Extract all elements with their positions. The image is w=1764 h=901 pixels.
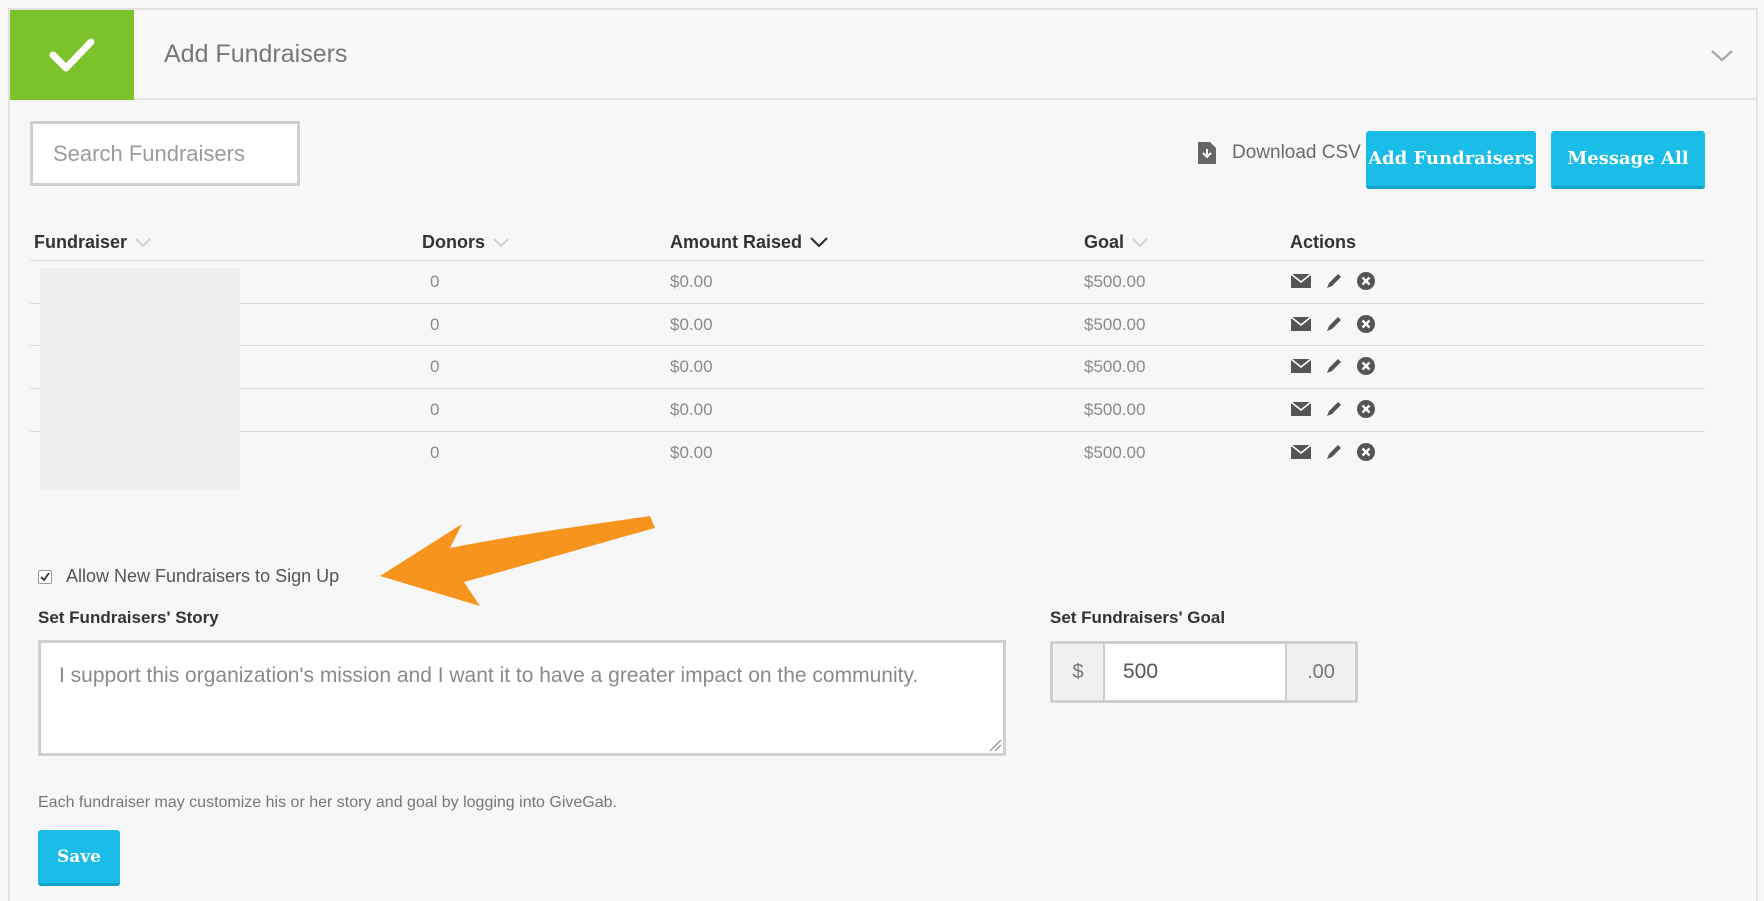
column-header-amount-raised[interactable]: Amount Raised: [670, 232, 828, 253]
sort-chevron-icon: [493, 237, 509, 247]
edit-pencil-icon[interactable]: [1324, 314, 1344, 334]
customize-note: Each fundraiser may customize his or her…: [38, 794, 617, 811]
goal-cell: $500.00: [1084, 443, 1146, 462]
annotation-arrow-icon: [380, 516, 655, 606]
download-csv-label: Download CSV: [1232, 142, 1361, 163]
donors-cell: 0: [430, 400, 440, 419]
story-textarea[interactable]: I support this organization's mission an…: [38, 640, 1006, 756]
goal-cell: $500.00: [1084, 357, 1146, 376]
message-icon[interactable]: [1290, 273, 1312, 289]
row-actions: [1290, 356, 1376, 376]
edit-pencil-icon[interactable]: [1324, 442, 1344, 462]
goal-currency-prefix: $: [1053, 644, 1105, 700]
story-label: Set Fundraisers' Story: [38, 608, 219, 627]
allow-signup-checkbox[interactable]: [38, 569, 52, 584]
table-divider: [30, 303, 1705, 304]
remove-circle-icon[interactable]: [1356, 399, 1376, 419]
completed-status: [10, 10, 134, 100]
redacted-fundraiser-names: [40, 268, 240, 490]
resize-grip-icon[interactable]: [988, 738, 1002, 752]
donors-cell: 0: [430, 357, 440, 376]
goal-label: Set Fundraisers' Goal: [1050, 608, 1226, 627]
checkmark-icon: [49, 38, 95, 72]
table-divider: [30, 431, 1705, 432]
message-icon[interactable]: [1290, 401, 1312, 417]
remove-circle-icon[interactable]: [1356, 271, 1376, 291]
column-header-actions: Actions: [1290, 232, 1357, 252]
sort-chevron-icon: [1132, 237, 1148, 247]
remove-circle-icon[interactable]: [1356, 314, 1376, 334]
column-header-donors[interactable]: Donors: [422, 232, 509, 253]
search-input[interactable]: [30, 121, 300, 186]
table-divider: [30, 260, 1705, 261]
message-all-button[interactable]: Message All: [1551, 131, 1705, 189]
goal-cell: $500.00: [1084, 400, 1146, 419]
add-fundraisers-button[interactable]: Add Fundraisers: [1366, 131, 1536, 189]
goal-cents-suffix: .00: [1285, 644, 1355, 700]
row-actions: [1290, 271, 1376, 291]
donors-cell: 0: [430, 272, 440, 291]
goal-cell: $500.00: [1084, 315, 1146, 334]
amount-raised-cell: $0.00: [670, 357, 713, 376]
chevron-down-icon[interactable]: [1708, 42, 1736, 70]
row-actions: [1290, 399, 1376, 419]
save-button[interactable]: Save: [38, 830, 120, 886]
row-actions: [1290, 442, 1376, 462]
edit-pencil-icon[interactable]: [1324, 271, 1344, 291]
amount-raised-cell: $0.00: [670, 315, 713, 334]
amount-raised-cell: $0.00: [670, 272, 713, 291]
allow-signup-label: Allow New Fundraisers to Sign Up: [66, 566, 340, 586]
goal-amount-input[interactable]: [1105, 644, 1285, 700]
checkmark-icon: [40, 571, 50, 581]
goal-cell: $500.00: [1084, 272, 1146, 291]
edit-pencil-icon[interactable]: [1324, 356, 1344, 376]
table-divider: [30, 345, 1705, 346]
download-file-icon: [1198, 142, 1216, 164]
remove-circle-icon[interactable]: [1356, 356, 1376, 376]
message-icon[interactable]: [1290, 444, 1312, 460]
column-header-goal[interactable]: Goal: [1084, 232, 1148, 253]
sort-chevron-icon: [135, 237, 151, 247]
goal-input-group: $ .00: [1050, 641, 1358, 703]
table-divider: [30, 388, 1705, 389]
column-header-fundraiser[interactable]: Fundraiser: [34, 232, 151, 253]
donors-cell: 0: [430, 315, 440, 334]
edit-pencil-icon[interactable]: [1324, 399, 1344, 419]
message-icon[interactable]: [1290, 316, 1312, 332]
fundraisers-panel: Add Fundraisers Download CSV Add Fundrai…: [8, 8, 1758, 901]
sort-chevron-icon: [810, 237, 828, 248]
row-actions: [1290, 314, 1376, 334]
remove-circle-icon[interactable]: [1356, 442, 1376, 462]
message-icon[interactable]: [1290, 358, 1312, 374]
amount-raised-cell: $0.00: [670, 400, 713, 419]
donors-cell: 0: [430, 443, 440, 462]
panel-title: Add Fundraisers: [164, 40, 348, 68]
panel-header[interactable]: Add Fundraisers: [10, 10, 1756, 100]
amount-raised-cell: $0.00: [670, 443, 713, 462]
download-csv-link[interactable]: Download CSV: [1196, 141, 1361, 165]
allow-signup-row[interactable]: Allow New Fundraisers to Sign Up: [38, 566, 339, 587]
